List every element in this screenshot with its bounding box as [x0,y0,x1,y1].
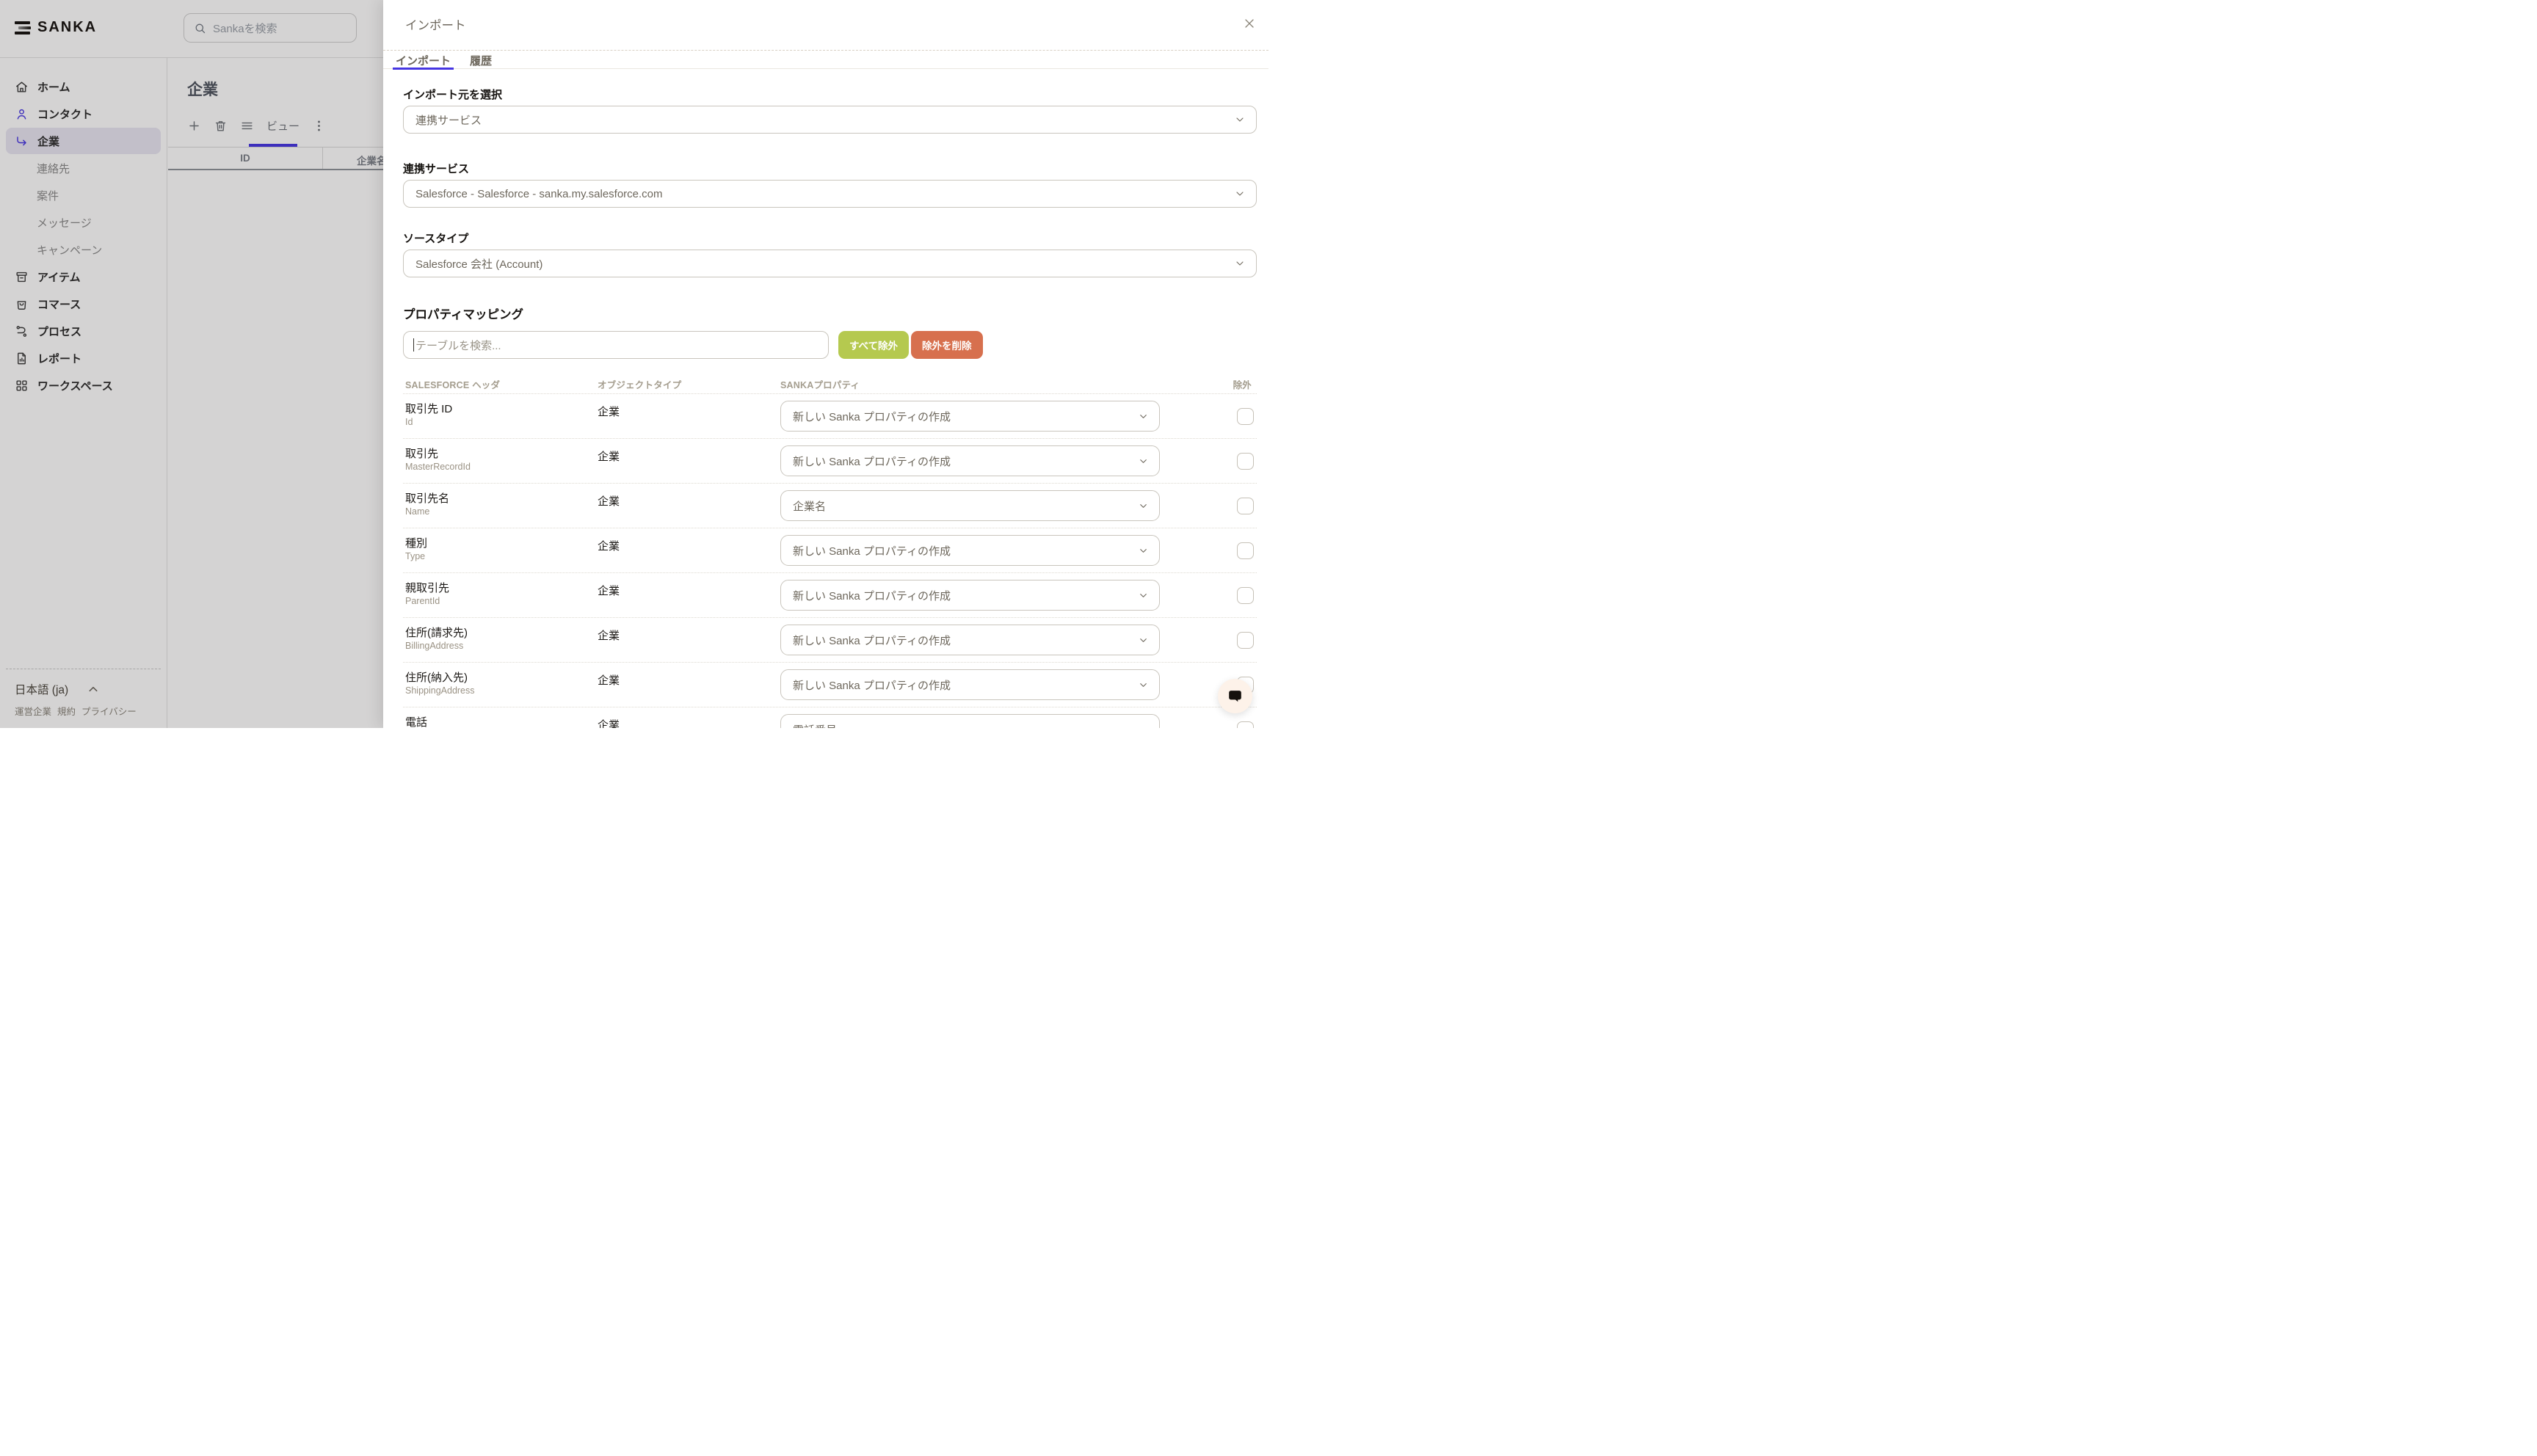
exclude-checkbox[interactable] [1237,632,1254,649]
field-label-import-source: インポート元を選択 [403,87,502,102]
mapping-table-header: SALESFORCE ヘッダ オブジェクトタイプ SANKAプロパティ 除外 [403,377,1257,392]
import-modal: インポート インポート履歴 インポート元を選択 連携サービス 連携サービス Sa… [383,0,1268,728]
import-source-value: 連携サービス [415,112,482,128]
modal-tab-1[interactable]: 履歴 [468,51,493,69]
chevron-down-icon [1138,724,1149,729]
mapping-row-5: 住所(請求先)BillingAddress 企業 新しい Sanka プロパティの作… [403,617,1257,662]
chevron-down-icon [1234,114,1246,125]
mapping-row-1: 取引先MasterRecordId 企業 新しい Sanka プロパティの作成 [403,438,1257,483]
row-header-label: 種別 [405,535,427,550]
row-source-key: Type [405,551,425,561]
sanka-property-select[interactable]: 新しい Sanka プロパティの作成 [780,669,1160,700]
sanka-property-value: 新しい Sanka プロパティの作成 [793,633,951,648]
exclude-checkbox[interactable] [1237,498,1254,514]
row-header-label: 取引先名 [405,490,449,506]
app-window: SANKA Sankaを検索 ホームコンタクト企業連絡先案件メッセージキャンペー… [0,0,1268,728]
row-source-key: BillingAddress [405,641,463,651]
modal-tabs: インポート履歴 [383,50,1268,69]
sanka-property-select[interactable]: 企業名 [780,490,1160,521]
row-source-key: ShippingAddress [405,685,475,696]
sanka-property-value: 新しい Sanka プロパティの作成 [793,409,951,424]
row-object-type: 企業 [598,404,620,419]
chevron-down-icon [1138,411,1149,422]
exclude-checkbox[interactable] [1237,542,1254,559]
sanka-property-select[interactable]: 新しい Sanka プロパティの作成 [780,580,1160,611]
mapping-row-0: 取引先 IDId 企業 新しい Sanka プロパティの作成 [403,393,1257,438]
table-search-placeholder: テーブルを検索... [415,338,501,353]
exclude-checkbox[interactable] [1237,587,1254,604]
modal-title: インポート [405,15,466,33]
sanka-property-select[interactable]: 新しい Sanka プロパティの作成 [780,535,1160,566]
col-exclude: 除外 [1233,377,1252,391]
mapping-row-3: 種別Type 企業 新しい Sanka プロパティの作成 [403,528,1257,572]
row-header-label: 住所(請求先) [405,625,468,640]
row-object-type: 企業 [598,583,620,598]
exclude-all-button[interactable]: すべて除外 [838,331,909,359]
property-mapping-heading: プロパティマッピング [403,305,523,322]
sanka-property-value: 電話番号 [793,722,837,729]
row-object-type: 企業 [598,538,620,553]
service-value: Salesforce - Salesforce - sanka.my.sales… [415,188,663,200]
mapping-row-2: 取引先名Name 企業 企業名 [403,483,1257,528]
chevron-down-icon [1138,500,1149,512]
close-icon[interactable] [1242,16,1257,31]
chat-button[interactable] [1218,679,1252,713]
row-object-type: 企業 [598,717,620,728]
row-object-type: 企業 [598,672,620,688]
row-header-label: 電話 [405,714,427,728]
row-header-label: 住所(納入先) [405,669,468,685]
exclude-checkbox[interactable] [1237,453,1254,470]
sanka-property-select[interactable]: 新しい Sanka プロパティの作成 [780,401,1160,432]
chevron-down-icon [1234,188,1246,200]
row-source-key: MasterRecordId [405,462,471,472]
source-type-select[interactable]: Salesforce 会社 (Account) [403,250,1257,277]
sanka-property-select[interactable]: 新しい Sanka プロパティの作成 [780,625,1160,655]
mapping-rows: 取引先 IDId企業新しい Sanka プロパティの作成取引先MasterRec… [403,393,1257,728]
sanka-property-select[interactable]: 電話番号 [780,714,1160,728]
chevron-down-icon [1138,456,1149,467]
import-source-select[interactable]: 連携サービス [403,106,1257,134]
col-sanka-property: SANKAプロパティ [780,377,860,391]
exclude-checkbox[interactable] [1237,408,1254,425]
row-object-type: 企業 [598,448,620,464]
row-object-type: 企業 [598,627,620,643]
row-source-key: Id [405,417,413,427]
col-object-type: オブジェクトタイプ [598,377,681,391]
field-label-service: 連携サービス [403,161,469,176]
mapping-row-7: 電話 企業 電話番号 [403,707,1257,728]
sanka-property-value: 新しい Sanka プロパティの作成 [793,543,951,558]
chevron-down-icon [1138,545,1149,556]
source-type-value: Salesforce 会社 (Account) [415,256,542,272]
sanka-property-value: 新しい Sanka プロパティの作成 [793,588,951,603]
mapping-row-6: 住所(納入先)ShippingAddress 企業 新しい Sanka プロパティの… [403,662,1257,707]
table-search-input[interactable]: テーブルを検索... [403,331,829,359]
mapping-row-4: 親取引先ParentId 企業 新しい Sanka プロパティの作成 [403,572,1257,617]
modal-tab-0[interactable]: インポート [394,51,452,69]
row-source-key: Name [405,506,429,517]
exclude-checkbox[interactable] [1237,721,1254,728]
sanka-property-value: 新しい Sanka プロパティの作成 [793,454,951,469]
sanka-property-select[interactable]: 新しい Sanka プロパティの作成 [780,445,1160,476]
chevron-down-icon [1234,258,1246,269]
chevron-down-icon [1138,635,1149,646]
sanka-property-value: 企業名 [793,498,826,514]
chevron-down-icon [1138,680,1149,691]
row-header-label: 親取引先 [405,580,449,595]
row-object-type: 企業 [598,493,620,509]
sanka-property-value: 新しい Sanka プロパティの作成 [793,677,951,693]
chevron-down-icon [1138,590,1149,601]
row-header-label: 取引先 ID [405,401,452,416]
modal-body: インポート元を選択 連携サービス 連携サービス Salesforce - Sal… [383,68,1268,728]
field-label-source-type: ソースタイプ [403,230,468,246]
remove-exclude-button[interactable]: 除外を削除 [911,331,983,359]
col-salesforce-header: SALESFORCE ヘッダ [405,377,500,391]
chat-bubble-icon [1227,688,1243,704]
row-source-key: ParentId [405,596,440,606]
text-caret [413,338,414,352]
row-header-label: 取引先 [405,445,438,461]
service-select[interactable]: Salesforce - Salesforce - sanka.my.sales… [403,180,1257,208]
